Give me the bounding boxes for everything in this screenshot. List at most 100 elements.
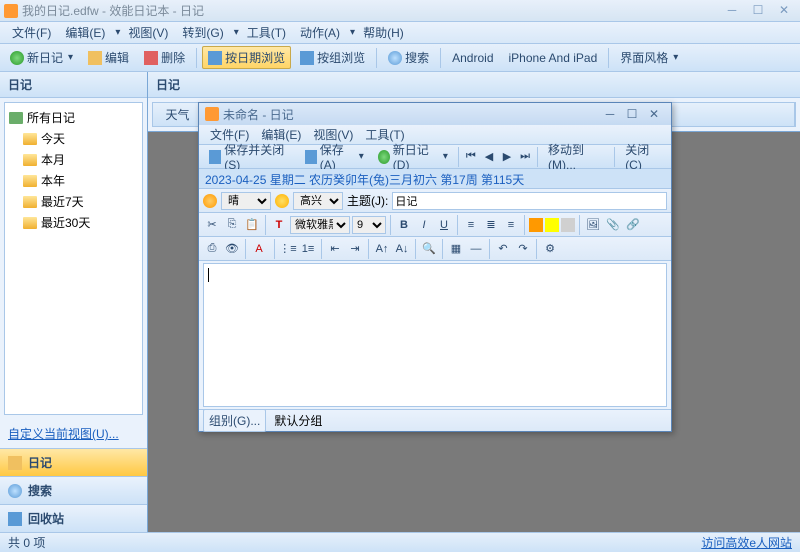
nav-last[interactable]: ⏭ (517, 148, 533, 166)
close-button[interactable]: ✕ (772, 3, 796, 19)
align-right-button[interactable]: ≡ (502, 216, 520, 234)
subscript-button[interactable]: A↓ (393, 240, 411, 258)
weather-select[interactable]: 晴 (221, 192, 271, 210)
child-titlebar[interactable]: 未命名 - 日记 ─ ☐ ✕ (199, 103, 671, 125)
child-close[interactable]: ✕ (643, 107, 665, 121)
folder-icon (23, 133, 37, 145)
bold-button[interactable]: B (395, 216, 413, 234)
more-button[interactable]: ⚙ (541, 240, 559, 258)
child-maximize[interactable]: ☐ (621, 107, 643, 121)
folder-icon (23, 154, 37, 166)
color-yellow[interactable] (545, 218, 559, 232)
tree-today[interactable]: 今天 (9, 128, 138, 149)
website-link[interactable]: 访问高效e人网站 (701, 534, 792, 551)
delete-button[interactable]: 删除 (138, 46, 191, 69)
sidebar-btn-diary[interactable]: 日记 (0, 448, 147, 476)
bgcolor-button[interactable]: A (250, 240, 268, 258)
sidebar-btn-recycle[interactable]: 回收站 (0, 504, 147, 532)
col-weather[interactable]: 天气 (153, 103, 203, 126)
text-cursor (208, 268, 209, 282)
subject-input[interactable] (392, 192, 667, 210)
copy-button[interactable]: ⎘ (223, 216, 241, 234)
group-button[interactable]: 组别(G)... (203, 409, 266, 432)
nav-first[interactable]: ⏮ (463, 148, 479, 166)
color-orange[interactable] (529, 218, 543, 232)
align-left-button[interactable]: ≡ (462, 216, 480, 234)
indent-button[interactable]: ⇥ (346, 240, 364, 258)
link-button[interactable]: 🔗 (624, 216, 642, 234)
mood-select[interactable]: 高兴 (293, 192, 343, 210)
delete-icon (144, 51, 158, 65)
align-center-button[interactable]: ≣ (482, 216, 500, 234)
meta-row: 晴 高兴 主题(J): (199, 189, 671, 213)
edit-button[interactable]: 编辑 (82, 46, 135, 69)
hr-button[interactable]: — (467, 240, 485, 258)
book-icon (9, 112, 23, 124)
skin-button[interactable]: 界面风格▾ (614, 46, 684, 69)
sidebar-header: 日记 (0, 72, 147, 98)
smile-icon (275, 194, 289, 208)
save-icon (209, 150, 221, 164)
status-count: 共 0 项 (8, 534, 45, 551)
superscript-button[interactable]: A↑ (373, 240, 391, 258)
child-window: 未命名 - 日记 ─ ☐ ✕ 文件(F) 编辑(E) 视图(V) 工具(T) 保… (198, 102, 672, 432)
menu-tools[interactable]: 工具(T) (241, 22, 292, 43)
child-minimize[interactable]: ─ (599, 107, 621, 121)
menu-goto[interactable]: 转到(G) (176, 22, 229, 43)
cut-button[interactable]: ✂ (203, 216, 221, 234)
sidebar-btn-search[interactable]: 搜索 (0, 476, 147, 504)
menu-action[interactable]: 动作(A) (294, 22, 346, 43)
table-button[interactable]: ▦ (447, 240, 465, 258)
italic-button[interactable]: I (415, 216, 433, 234)
bullet-list-button[interactable]: ⋮≡ (279, 240, 297, 258)
image-button[interactable]: 🖼 (584, 216, 602, 234)
undo-button[interactable]: ↶ (494, 240, 512, 258)
diary-icon (8, 456, 22, 470)
tree-all-diaries[interactable]: 所有日记 (9, 107, 138, 128)
nav-prev[interactable]: ◀ (481, 148, 497, 166)
menu-edit[interactable]: 编辑(E) (59, 22, 111, 43)
paste-button[interactable]: 📋 (243, 216, 261, 234)
font-select[interactable]: 微软雅黑 (290, 216, 350, 234)
redo-button[interactable]: ↷ (514, 240, 532, 258)
android-button[interactable]: Android (446, 48, 499, 68)
color-gray[interactable] (561, 218, 575, 232)
sidebar-buttons: 日记 搜索 回收站 (0, 448, 147, 532)
search-button[interactable]: 搜索 (382, 46, 435, 69)
tree-7days[interactable]: 最近7天 (9, 191, 138, 212)
minimize-button[interactable]: ─ (720, 3, 744, 19)
nav-next[interactable]: ▶ (499, 148, 515, 166)
maximize-button[interactable]: ☐ (746, 3, 770, 19)
find-button[interactable]: 🔍 (420, 240, 438, 258)
font-size-select[interactable]: 9 (352, 216, 386, 234)
custom-view-link[interactable]: 自定义当前视图(U)... (0, 419, 147, 448)
menu-file[interactable]: 文件(F) (6, 22, 57, 43)
save-icon (305, 150, 317, 164)
plus-icon (378, 150, 390, 164)
by-date-button[interactable]: 按日期浏览 (202, 46, 291, 69)
plus-icon (10, 51, 24, 65)
font-color-button[interactable]: T (270, 216, 288, 234)
app-icon (4, 4, 18, 18)
tree-30days[interactable]: 最近30天 (9, 212, 138, 233)
iphone-button[interactable]: iPhone And iPad (503, 48, 604, 68)
search-icon (8, 484, 22, 498)
outdent-button[interactable]: ⇤ (326, 240, 344, 258)
number-list-button[interactable]: 1≡ (299, 240, 317, 258)
list-title: 日记 (148, 72, 800, 98)
tree-year[interactable]: 本年 (9, 170, 138, 191)
tree-month[interactable]: 本月 (9, 149, 138, 170)
recycle-icon (8, 512, 22, 526)
calendar-icon (208, 51, 222, 65)
by-group-button[interactable]: 按组浏览 (294, 46, 371, 69)
diary-tree: 所有日记 今天 本月 本年 最近7天 最近30天 (4, 102, 143, 415)
attach-button[interactable]: 📎 (604, 216, 622, 234)
underline-button[interactable]: U (435, 216, 453, 234)
menu-view[interactable]: 视图(V) (122, 22, 174, 43)
editor-area[interactable] (203, 263, 667, 407)
new-diary-button[interactable]: 新日记▾ (4, 46, 79, 69)
folder-icon (23, 175, 37, 187)
preview-button[interactable]: 👁 (223, 240, 241, 258)
print-button[interactable]: ⎙ (203, 240, 221, 258)
menu-help[interactable]: 帮助(H) (357, 22, 410, 43)
